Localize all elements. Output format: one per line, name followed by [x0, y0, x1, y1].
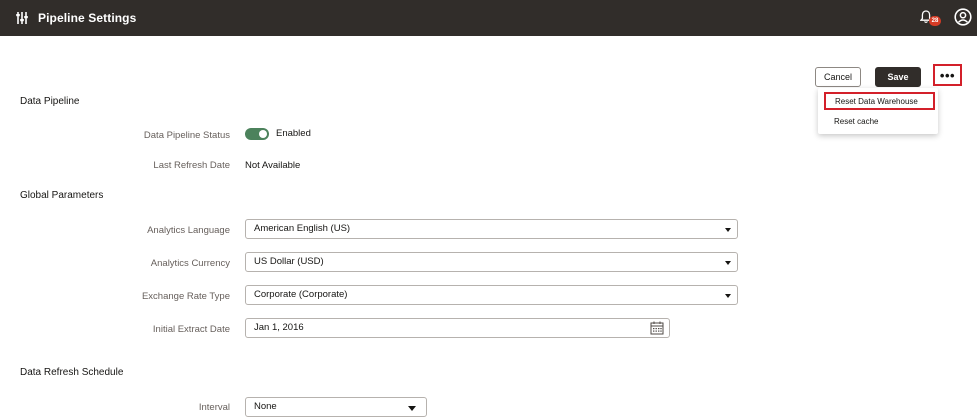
- section-title-global-parameters: Global Parameters: [20, 190, 104, 201]
- user-avatar-icon[interactable]: [954, 8, 972, 26]
- data-pipeline-status-value: Enabled: [276, 128, 311, 139]
- initial-extract-date-label: Initial Extract Date: [152, 324, 230, 335]
- chevron-down-icon: [725, 294, 731, 298]
- save-button[interactable]: Save: [875, 67, 921, 87]
- exchange-rate-type-select[interactable]: Corporate (Corporate): [245, 285, 738, 305]
- more-actions-menu: Reset Data Warehouse Reset cache: [818, 88, 938, 134]
- sliders-icon: [16, 12, 28, 24]
- last-refresh-date-value: Not Available: [245, 160, 301, 171]
- toggle-knob: [259, 130, 267, 138]
- calendar-icon[interactable]: [650, 321, 664, 335]
- menu-item-reset-data-warehouse[interactable]: Reset Data Warehouse: [824, 92, 935, 110]
- analytics-language-value: American English (US): [254, 223, 351, 234]
- cancel-button[interactable]: Cancel: [815, 67, 861, 87]
- interval-value: None: [254, 401, 277, 412]
- ellipsis-icon: •••: [939, 67, 956, 83]
- notifications-button[interactable]: 28: [920, 10, 942, 28]
- exchange-rate-type-label: Exchange Rate Type: [141, 291, 230, 302]
- analytics-currency-label: Analytics Currency: [150, 258, 230, 269]
- initial-extract-date-value: Jan 1, 2016: [254, 322, 304, 333]
- initial-extract-date-input[interactable]: Jan 1, 2016: [245, 318, 670, 338]
- notification-count-badge: 28: [929, 16, 941, 26]
- top-header: Pipeline Settings 28: [0, 0, 977, 36]
- interval-label: Interval: [198, 402, 230, 413]
- analytics-currency-value: US Dollar (USD): [254, 256, 324, 267]
- data-pipeline-status-label: Data Pipeline Status: [143, 130, 230, 141]
- page-title: Pipeline Settings: [38, 11, 137, 25]
- section-title-data-pipeline: Data Pipeline: [20, 96, 80, 107]
- more-actions-button[interactable]: •••: [933, 64, 962, 86]
- interval-select[interactable]: None: [245, 397, 427, 417]
- menu-item-reset-cache[interactable]: Reset cache: [818, 114, 938, 132]
- analytics-currency-select[interactable]: US Dollar (USD): [245, 252, 738, 272]
- exchange-rate-type-value: Corporate (Corporate): [254, 289, 348, 300]
- chevron-down-icon: [725, 228, 731, 232]
- analytics-language-select[interactable]: American English (US): [245, 219, 738, 239]
- chevron-down-icon: [725, 261, 731, 265]
- chevron-down-icon: [408, 406, 416, 411]
- last-refresh-date-label: Last Refresh Date: [153, 160, 230, 171]
- section-title-data-refresh-schedule: Data Refresh Schedule: [20, 367, 124, 378]
- analytics-language-label: Analytics Language: [147, 225, 230, 236]
- data-pipeline-status-toggle[interactable]: [245, 128, 269, 140]
